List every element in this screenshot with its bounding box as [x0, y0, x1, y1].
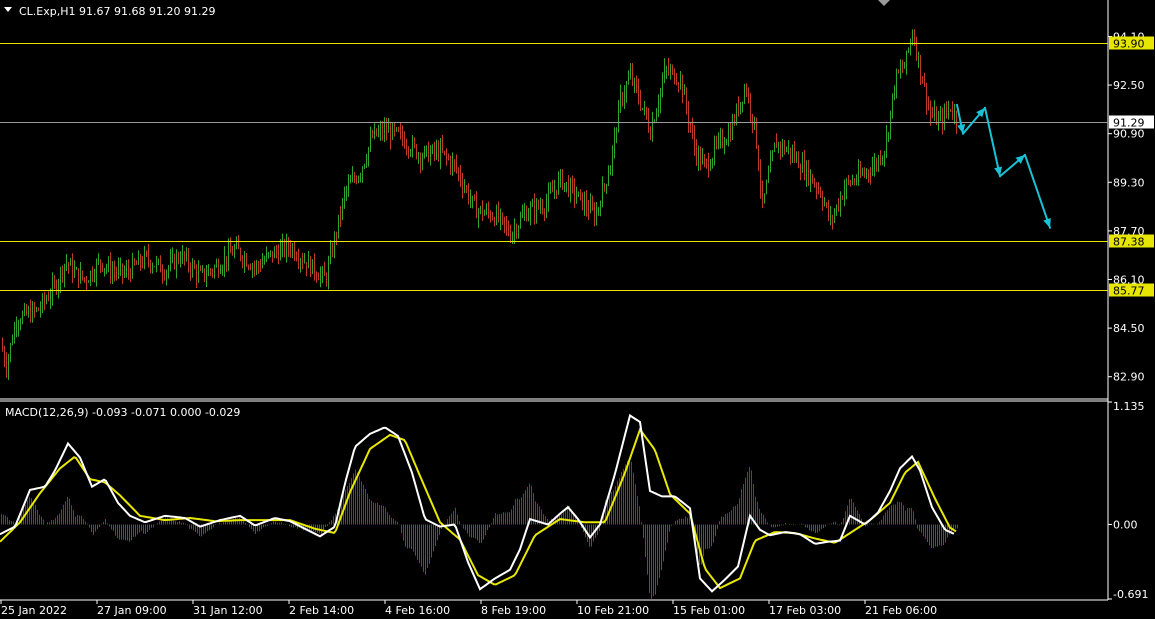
time-axis-label: 17 Feb 03:00	[769, 604, 841, 617]
macd-axis-label: 1.135	[1113, 400, 1145, 413]
time-axis-label: 10 Feb 21:00	[577, 604, 649, 617]
time-axis-label: 25 Jan 2022	[1, 604, 67, 617]
time-axis-label: 15 Feb 01:00	[673, 604, 745, 617]
current-price-label: 91.29	[1113, 117, 1145, 130]
time-axis-label: 31 Jan 12:00	[193, 604, 263, 617]
time-axis-label: 27 Jan 09:00	[97, 604, 167, 617]
time-axis-label: 2 Feb 14:00	[289, 604, 354, 617]
price-axis-label: 89.30	[1113, 176, 1145, 189]
time-axis-label: 8 Feb 19:00	[481, 604, 546, 617]
price-axis-label: 82.90	[1113, 371, 1145, 384]
horizontal-level-label: 87.38	[1113, 236, 1145, 249]
price-axis-label: 84.50	[1113, 322, 1145, 335]
macd-axis-label: -0.691	[1113, 588, 1148, 601]
horizontal-level-label: 85.77	[1113, 285, 1145, 298]
chart-background	[0, 0, 1155, 619]
symbol-header: CL.Exp,H1 91.67 91.68 91.20 91.29	[19, 5, 215, 18]
trading-chart[interactable]: 94.1092.5090.9089.3087.7086.1084.5082.90…	[0, 0, 1155, 619]
time-axis-label: 4 Feb 16:00	[385, 604, 450, 617]
macd-axis-label: 0.00	[1113, 518, 1138, 531]
macd-header: MACD(12,26,9) -0.093 -0.071 0.000 -0.029	[5, 406, 240, 419]
time-axis-label: 21 Feb 06:00	[865, 604, 937, 617]
horizontal-level-label: 93.90	[1113, 38, 1145, 51]
price-axis-label: 90.90	[1113, 128, 1145, 141]
price-axis-label: 92.50	[1113, 79, 1145, 92]
